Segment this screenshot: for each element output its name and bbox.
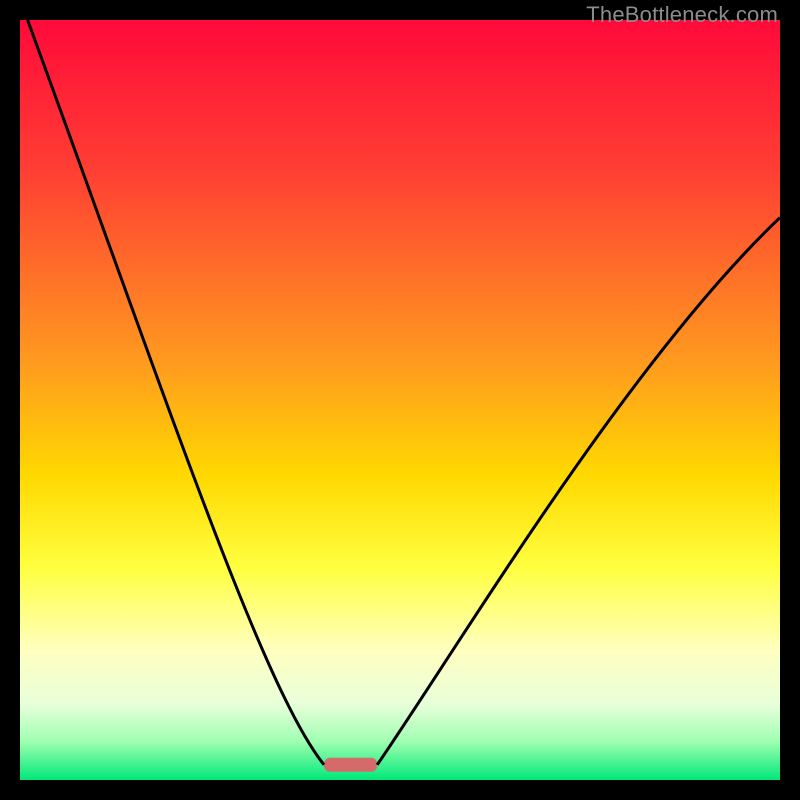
gradient-background xyxy=(20,20,780,780)
watermark: TheBottleneck.com xyxy=(586,2,778,28)
bottleneck-chart xyxy=(20,20,780,780)
valley-marker xyxy=(324,758,377,772)
plot-frame xyxy=(20,20,780,780)
